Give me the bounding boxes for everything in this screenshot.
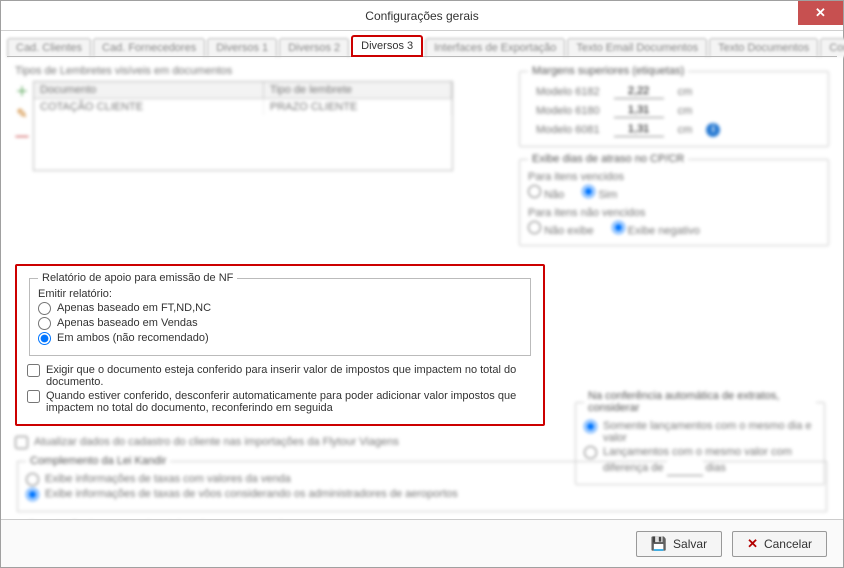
save-label: Salvar bbox=[673, 537, 707, 551]
save-icon: 💾 bbox=[651, 536, 667, 552]
tab-cad-clientes[interactable]: Cad. Clientes bbox=[7, 38, 91, 57]
modelo-6182-input[interactable] bbox=[614, 84, 664, 99]
vencidos-nao-radio[interactable] bbox=[528, 185, 541, 198]
relatorio-legend: Relatório de apoio para emissão de NF bbox=[38, 272, 237, 284]
tab-config-w[interactable]: Config. de W bbox=[820, 38, 844, 57]
cancel-button[interactable]: ✕ Cancelar bbox=[732, 531, 827, 557]
margens-section: Margens superiores (etiquetas) Modelo 61… bbox=[519, 65, 829, 147]
edit-icon[interactable]: ✎ bbox=[15, 106, 29, 122]
dialog-footer: 💾 Salvar ✕ Cancelar bbox=[1, 519, 843, 567]
atraso-section: Exibe dias de atraso no CP/CR Para itens… bbox=[519, 153, 829, 246]
lembretes-grid[interactable]: Documento Tipo de lembrete COTAÇÃO CLIEN… bbox=[33, 81, 453, 171]
tab-diversos-1[interactable]: Diversos 1 bbox=[207, 38, 277, 57]
grid-col-tipo: Tipo de lembrete bbox=[264, 82, 452, 98]
tab-strip: Cad. Clientes Cad. Fornecedores Diversos… bbox=[1, 31, 843, 57]
config-window: Configurações gerais ✕ Cad. Clientes Cad… bbox=[0, 0, 844, 568]
info-icon[interactable]: i bbox=[706, 123, 720, 137]
conferencia-section: Na conferência automática de extratos, c… bbox=[575, 390, 825, 491]
lei-kandir-legend: Complemento da Lei Kandir bbox=[26, 455, 170, 467]
tab-cad-fornecedores[interactable]: Cad. Fornecedores bbox=[93, 38, 205, 57]
relatorio-nf-block: Relatório de apoio para emissão de NF Em… bbox=[15, 264, 545, 426]
grid-col-documento: Documento bbox=[34, 82, 264, 98]
cancel-icon: ✕ bbox=[747, 536, 758, 552]
titlebar: Configurações gerais ✕ bbox=[1, 1, 843, 31]
window-title: Configurações gerais bbox=[365, 9, 478, 23]
modelo-6081-input[interactable] bbox=[614, 122, 664, 137]
desconferir-auto-label: Quando estiver conferido, desconferir au… bbox=[46, 390, 526, 414]
lembretes-title: Tipos de Lembretes visíveis em documento… bbox=[15, 65, 499, 77]
tab-texto-documentos[interactable]: Texto Documentos bbox=[709, 38, 818, 57]
conf-dias-input[interactable] bbox=[667, 458, 703, 476]
emit-ambos-radio[interactable] bbox=[38, 332, 51, 345]
conferencia-legend: Na conferência automática de extratos, c… bbox=[584, 390, 816, 414]
tab-texto-email-documentos[interactable]: Texto Email Documentos bbox=[567, 38, 707, 57]
relatorio-nf-fieldset: Relatório de apoio para emissão de NF Em… bbox=[29, 272, 531, 356]
exigir-conferido-label: Exigir que o documento esteja conferido … bbox=[46, 364, 526, 388]
emit-vendas-radio[interactable] bbox=[38, 317, 51, 330]
close-button[interactable]: ✕ bbox=[798, 1, 843, 25]
flytour-label: Atualizar dados do cadastro do cliente n… bbox=[34, 436, 399, 448]
add-icon[interactable]: ＋ bbox=[15, 81, 29, 100]
tab-diversos-3[interactable]: Diversos 3 bbox=[351, 35, 423, 57]
vencidos-sim-radio[interactable] bbox=[582, 185, 595, 198]
lembretes-section: Tipos de Lembretes visíveis em documento… bbox=[15, 65, 499, 252]
table-row[interactable]: COTAÇÃO CLIENTE PRAZO CLIENTE bbox=[34, 99, 452, 115]
lk-opt1-radio[interactable] bbox=[26, 473, 39, 486]
emit-opt2-label: Apenas baseado em Vendas bbox=[57, 317, 198, 329]
flytour-checkbox[interactable] bbox=[15, 436, 28, 449]
tab-diversos-2[interactable]: Diversos 2 bbox=[279, 38, 349, 57]
conf-diferenca-radio[interactable] bbox=[584, 446, 597, 459]
cancel-label: Cancelar bbox=[764, 537, 812, 551]
tab-content: Tipos de Lembretes visíveis em documento… bbox=[1, 57, 843, 567]
conf-mesmo-dia-radio[interactable] bbox=[584, 420, 597, 433]
emit-opt1-label: Apenas baseado em FT,ND,NC bbox=[57, 302, 211, 314]
emitir-label: Emitir relatório: bbox=[38, 288, 522, 300]
nvenc-exibe-neg-radio[interactable] bbox=[612, 221, 625, 234]
nvenc-nao-exibe-radio[interactable] bbox=[528, 221, 541, 234]
close-icon: ✕ bbox=[815, 5, 826, 21]
atraso-legend: Exibe dias de atraso no CP/CR bbox=[528, 153, 688, 165]
exigir-conferido-checkbox[interactable] bbox=[27, 364, 40, 377]
modelo-6180-input[interactable] bbox=[614, 103, 664, 118]
save-button[interactable]: 💾 Salvar bbox=[636, 531, 722, 557]
emit-opt3-label: Em ambos (não recomendado) bbox=[57, 332, 209, 344]
lk-opt2-radio[interactable] bbox=[26, 488, 39, 501]
emit-ft-nd-nc-radio[interactable] bbox=[38, 302, 51, 315]
desconferir-auto-checkbox[interactable] bbox=[27, 390, 40, 403]
delete-icon[interactable]: — bbox=[15, 128, 29, 143]
tab-interfaces-exportacao[interactable]: Interfaces de Exportação bbox=[425, 38, 565, 57]
margens-legend: Margens superiores (etiquetas) bbox=[528, 65, 688, 77]
